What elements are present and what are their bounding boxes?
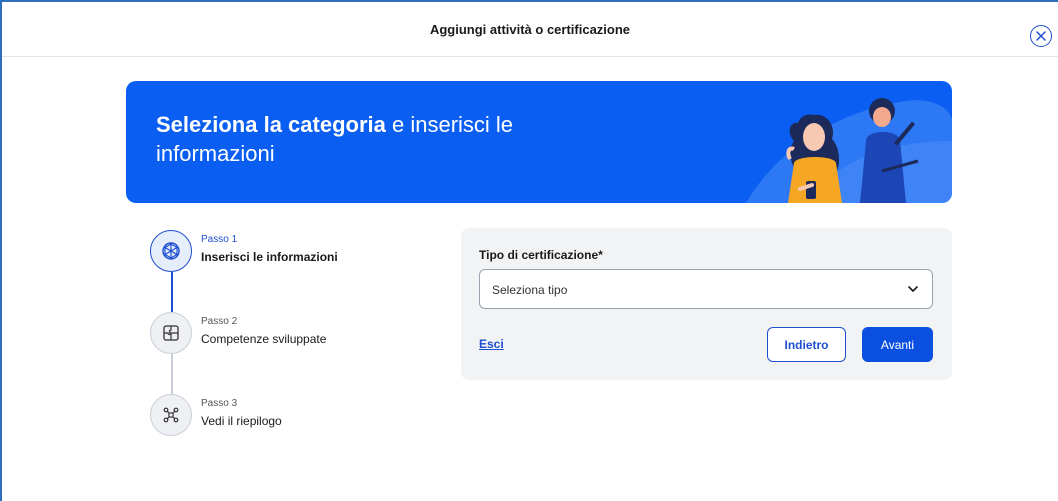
modal-header: Aggiungi attività o certificazione [2,2,1058,57]
hexagon-icon [162,242,180,260]
step-1: Passo 1 Inserisci le informazioni [150,230,410,272]
step-3-label: Vedi il riepilogo [201,414,282,428]
network-icon [163,407,179,423]
stepper: Passo 1 Inserisci le informazioni Passo … [150,230,410,450]
step-1-number: Passo 1 [201,234,238,245]
modal-window: Aggiungi attività o certificazione Selez… [0,0,1058,501]
next-button[interactable]: Avanti [862,327,933,362]
certification-type-label: Tipo di certificazione* [479,248,603,262]
close-button[interactable] [1030,25,1052,47]
hero-banner: Seleziona la categoria e inserisci le in… [126,81,952,203]
puzzle-icon [163,325,179,341]
banner-title-bold: Seleziona la categoria [156,112,386,137]
modal-title: Aggiungi attività o certificazione [429,21,631,37]
step-3: Passo 3 Vedi il riepilogo [150,394,410,436]
people-illustration [746,98,952,203]
chevron-down-icon [908,286,918,292]
step-connector [171,272,173,312]
step-1-circle [150,230,192,272]
form-card: Tipo di certificazione* Seleziona tipo E… [461,228,952,380]
certification-type-select[interactable]: Seleziona tipo [479,269,933,309]
back-button[interactable]: Indietro [767,327,846,362]
step-2-label: Competenze sviluppate [201,332,327,346]
step-2: Passo 2 Competenze sviluppate [150,312,410,354]
banner-title: Seleziona la categoria e inserisci le in… [156,110,596,168]
step-2-circle [150,312,192,354]
step-connector [171,354,173,394]
step-1-label: Inserisci le informazioni [201,250,338,264]
step-3-number: Passo 3 [201,398,238,409]
step-3-circle [150,394,192,436]
select-placeholder: Seleziona tipo [492,283,568,297]
close-icon [1036,31,1046,41]
step-2-number: Passo 2 [201,316,238,327]
exit-link[interactable]: Esci [479,337,504,351]
